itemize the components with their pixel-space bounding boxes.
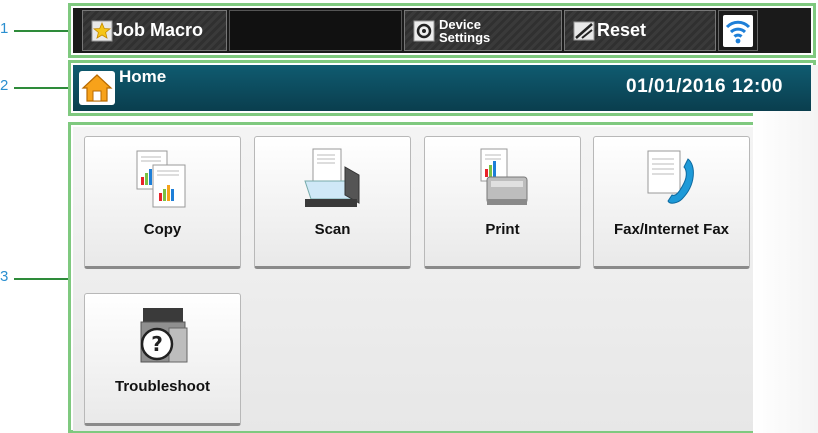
troubleshoot-label: Troubleshoot — [115, 378, 210, 395]
home-icon[interactable] — [79, 71, 115, 105]
device-settings-line1: Device — [439, 16, 481, 32]
scan-icon — [304, 148, 360, 207]
page-title: Home — [119, 67, 167, 86]
scan-button[interactable]: Scan — [254, 136, 411, 269]
svg-text:?: ? — [151, 332, 163, 356]
callout-2: 2 — [0, 77, 9, 94]
fax-icon — [647, 150, 694, 204]
copy-label: Copy — [143, 221, 182, 238]
callout-2-line — [14, 87, 69, 89]
function-panel: Copy Scan Print Fax/Internet Fax ? Troub… — [73, 127, 753, 431]
scan-label: Scan — [314, 221, 351, 238]
print-label: Print — [485, 221, 520, 238]
callout-3: 3 — [0, 268, 9, 285]
star-icon — [91, 20, 113, 41]
device-settings-icon — [413, 20, 435, 41]
datetime-display: 01/01/2016 12:00 — [626, 76, 783, 97]
fax-button[interactable]: Fax/Internet Fax — [593, 136, 750, 269]
print-button[interactable]: Print — [424, 136, 581, 269]
home-header: Home 01/01/2016 12:00 — [73, 65, 811, 111]
background-fade — [753, 65, 818, 433]
job-macro-label: Job Macro — [113, 20, 204, 40]
toolbar-blank-area — [229, 10, 402, 51]
reset-button[interactable]: Reset — [564, 10, 716, 51]
reset-label: Reset — [597, 20, 647, 40]
copy-icon — [136, 150, 186, 208]
callout-1-line — [14, 30, 69, 32]
callout-1: 1 — [0, 20, 9, 37]
wifi-icon — [723, 14, 753, 47]
wifi-button[interactable] — [718, 10, 758, 51]
troubleshoot-icon: ? — [140, 308, 188, 363]
device-settings-label: Device Settings — [439, 18, 490, 44]
job-macro-button[interactable]: Job Macro — [82, 10, 227, 51]
copy-button[interactable]: Copy — [84, 136, 241, 269]
troubleshoot-button[interactable]: ? Troubleshoot — [84, 293, 241, 426]
reset-icon — [573, 21, 595, 40]
print-icon — [480, 148, 528, 205]
device-settings-line2: Settings — [439, 29, 491, 45]
device-settings-button[interactable]: Device Settings — [404, 10, 562, 51]
toolbar: Job Macro Device Settings Reset — [73, 8, 811, 53]
callout-3-line — [14, 278, 69, 280]
fax-label: Fax/Internet Fax — [613, 221, 730, 238]
